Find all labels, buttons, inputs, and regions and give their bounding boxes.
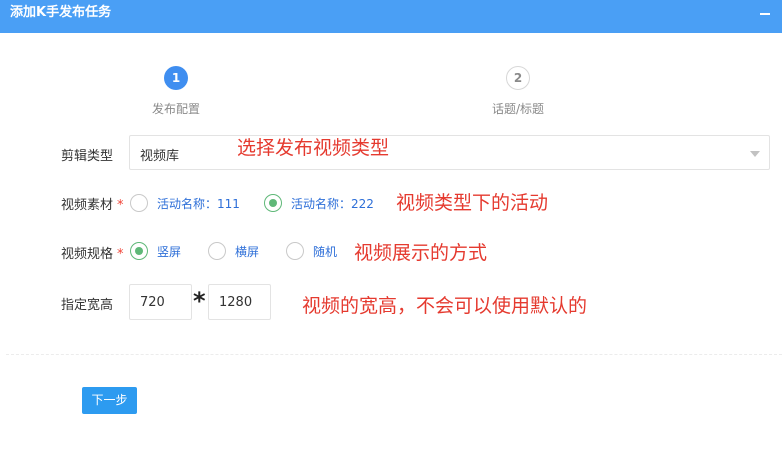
next-step-button[interactable]: 下一步: [82, 387, 137, 414]
annotation-spec: 视频展示的方式: [354, 242, 488, 264]
spec-option-random-label: 随机: [313, 244, 338, 259]
step-2: 2 话题/标题: [478, 66, 558, 117]
dialog-title: 添加K手发布任务: [10, 5, 112, 20]
width-input[interactable]: [129, 284, 192, 320]
material-option-111-label: 活动名称：111: [157, 196, 240, 211]
step-2-label: 话题/标题: [491, 102, 545, 116]
size-label: 指定宽高: [61, 298, 114, 313]
material-label-text: 视频素材: [61, 198, 114, 213]
clip-type-label: 剪辑类型: [61, 149, 114, 164]
spec-option-landscape-label: 横屏: [235, 244, 260, 259]
spec-option-portrait-label: 竖屏: [157, 244, 182, 259]
spec-label: 视频规格 *: [61, 243, 124, 262]
required-mark: *: [117, 247, 124, 262]
material-option-222[interactable]: 活动名称：222: [264, 194, 374, 212]
annotation-clip-type: 选择发布视频类型: [237, 137, 390, 159]
radio-icon[interactable]: [130, 194, 148, 212]
spec-label-text: 视频规格: [61, 247, 114, 262]
step-1: 1 发布配置: [146, 66, 206, 117]
spec-option-landscape[interactable]: 横屏: [208, 242, 259, 260]
spec-option-random[interactable]: 随机: [286, 242, 337, 260]
height-input[interactable]: [208, 284, 271, 320]
dialog-titlebar: 添加K手发布任务: [0, 0, 782, 33]
material-option-222-label: 活动名称：222: [291, 196, 374, 211]
minimize-icon[interactable]: [760, 13, 770, 15]
divider: [6, 354, 782, 355]
radio-checked-icon[interactable]: [264, 194, 282, 212]
radio-checked-icon[interactable]: [130, 242, 148, 260]
material-label: 视频素材 *: [61, 194, 124, 213]
required-mark: *: [117, 198, 124, 213]
annotation-size: 视频的宽高，不会可以使用默认的: [302, 295, 588, 317]
step-2-number: 2: [506, 66, 530, 90]
radio-icon[interactable]: [208, 242, 226, 260]
spec-option-portrait[interactable]: 竖屏: [130, 242, 181, 260]
times-separator: *: [193, 287, 206, 315]
chevron-down-icon[interactable]: [750, 151, 760, 157]
step-1-label: 发布配置: [151, 102, 200, 116]
material-option-111[interactable]: 活动名称：111: [130, 194, 240, 212]
radio-icon[interactable]: [286, 242, 304, 260]
clip-type-select[interactable]: 视频库: [129, 135, 770, 170]
step-1-number: 1: [164, 66, 188, 90]
clip-type-value: 视频库: [140, 149, 180, 164]
annotation-material: 视频类型下的活动: [396, 192, 549, 214]
